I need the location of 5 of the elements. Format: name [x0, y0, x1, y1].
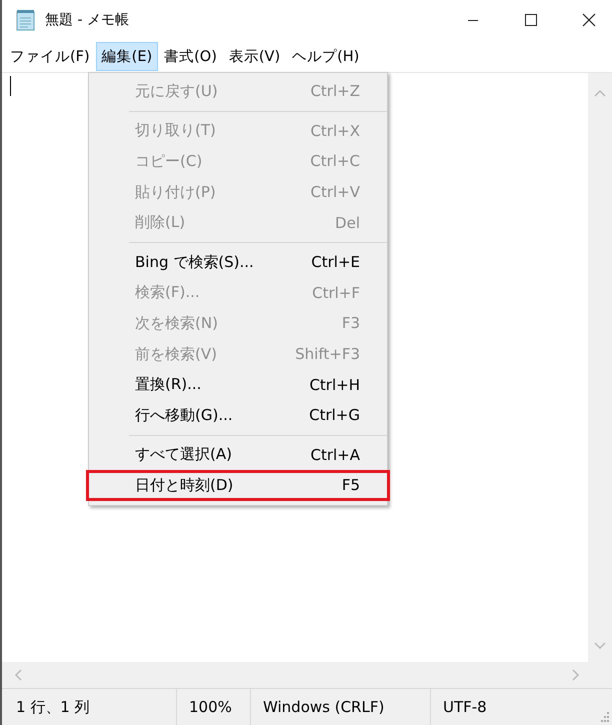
status-text: Windows (CRLF) — [251, 689, 431, 725]
status-text: UTF-8 — [442, 697, 487, 718]
status-text: 1 行、1 列 — [2, 689, 177, 725]
status-text: 100% — [177, 689, 251, 725]
window-title: 無題 - メモ帳 — [45, 11, 129, 29]
